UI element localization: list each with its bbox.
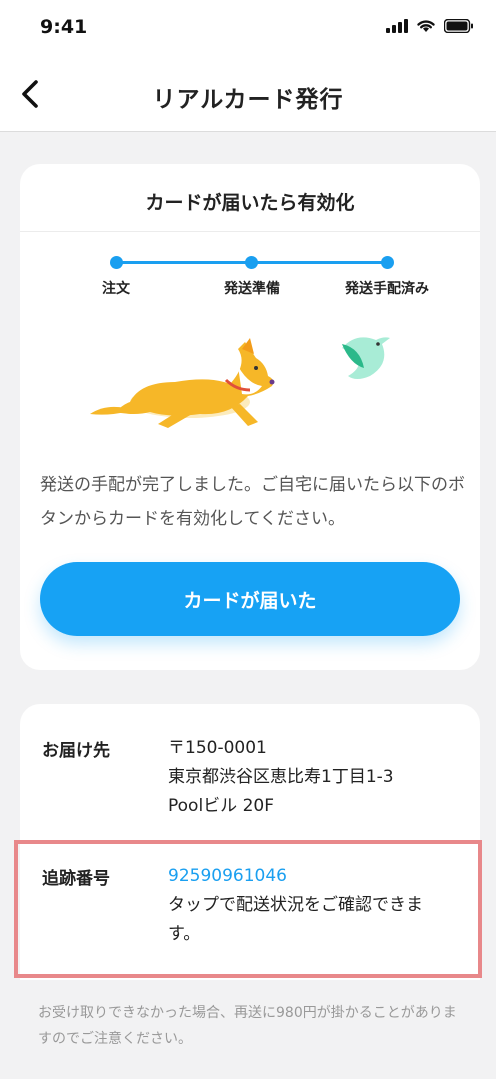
address-building: Poolビル 20F <box>168 796 274 816</box>
step-label-ordered: 注文 <box>102 281 130 297</box>
step-dot-shipped <box>381 256 394 269</box>
wifi-icon <box>417 20 435 32</box>
tracking-label: 追跡番号 <box>42 869 110 889</box>
tracking-number-link[interactable]: 92590961046 <box>168 862 438 891</box>
step-dot-ordered <box>110 256 123 269</box>
tracking-value[interactable]: 92590961046 タップで配送状況をご確認できます。 <box>168 862 438 949</box>
address-value: 〒150-0001 東京都渋谷区恵比寿1丁目1-3 Poolビル 20F <box>168 734 438 821</box>
shipping-stepper: 注文 発送準備 発送手配済み <box>20 252 480 302</box>
tracking-note: タップで配送状況をご確認できます。 <box>168 895 423 944</box>
shipping-message: 発送の手配が完了しました。ご自宅に届いたら以下のボタンからカードを有効化してくだ… <box>40 475 465 529</box>
page-title: リアルカード発行 <box>152 87 344 113</box>
cellular-signal-icon <box>386 18 408 33</box>
delivery-info-card: お届け先 〒150-0001 東京都渋谷区恵比寿1丁目1-3 Poolビル 20… <box>20 704 480 980</box>
status-time: 9:41 <box>40 16 88 38</box>
activation-card: カードが届いたら有効化 注文 発送準備 発送手配済み 発送の手配が完了しました。… <box>20 164 480 670</box>
running-dog-illustration <box>90 337 390 428</box>
step-label-shipped: 発送手配済み <box>345 281 429 297</box>
status-icons <box>386 18 474 33</box>
top-bar: 9:41 リアルカード発行 <box>0 0 496 132</box>
card-arrived-button[interactable]: カードが届いた <box>40 562 460 636</box>
card-header: カードが届いたら有効化 <box>20 164 480 232</box>
address-postal-code: 〒150-0001 <box>168 738 267 758</box>
address-street: 東京都渋谷区恵比寿1丁目1-3 <box>168 767 394 787</box>
bird-icon <box>342 337 390 379</box>
redelivery-footnote: お受け取りできなかった場合、再送に980円が掛かることがありますのでご注意くださ… <box>38 1005 457 1047</box>
step-dot-preparing <box>245 256 258 269</box>
address-label: お届け先 <box>42 741 110 761</box>
battery-icon <box>444 18 473 33</box>
dog-icon <box>90 338 275 428</box>
step-label-preparing: 発送準備 <box>224 281 280 297</box>
